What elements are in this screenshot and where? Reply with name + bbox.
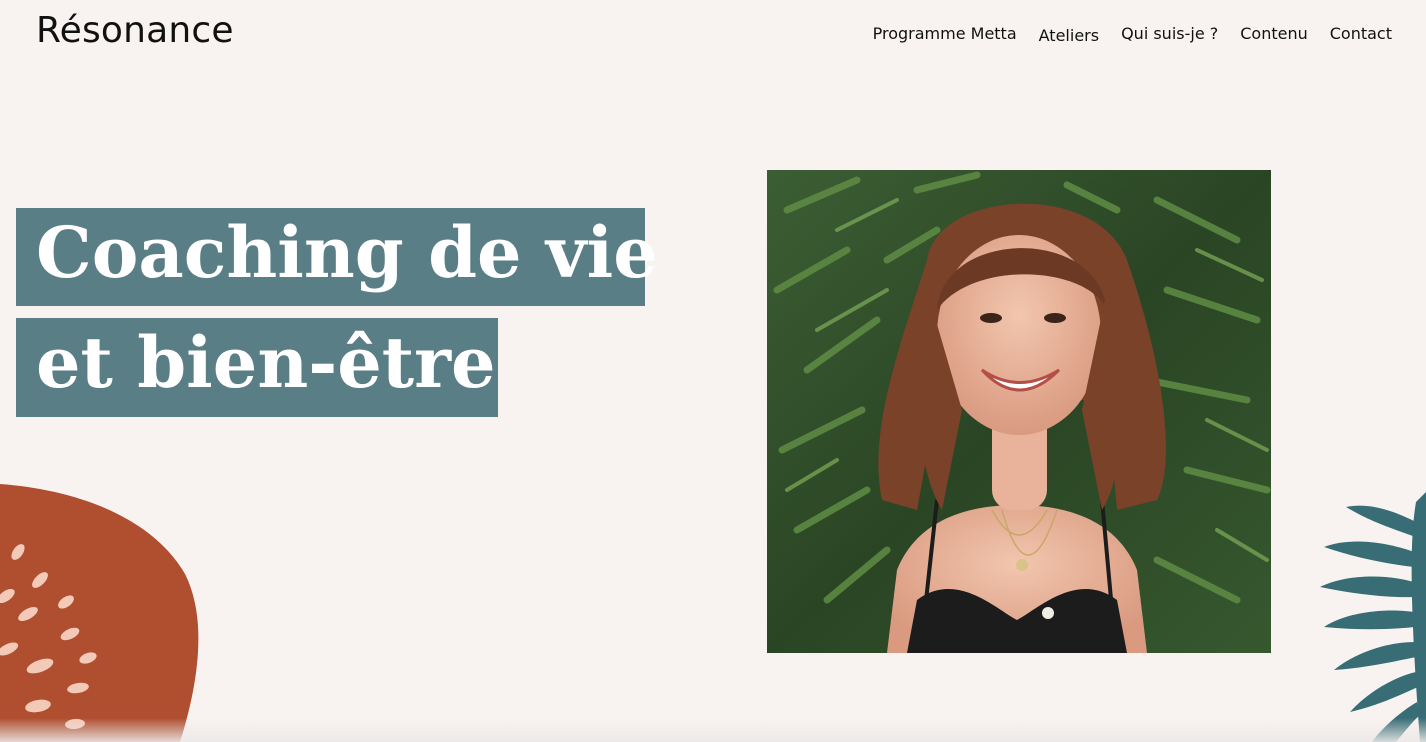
nav-item-qui-suis-je[interactable]: Qui suis-je ? [1121, 24, 1218, 43]
site-logo[interactable]: Résonance [36, 10, 234, 51]
nav-item-ateliers[interactable]: Ateliers [1039, 26, 1099, 45]
main-nav: Programme Metta Ateliers Qui suis-je ? C… [851, 24, 1392, 45]
page-bottom-fade [0, 718, 1426, 742]
terracotta-blob-decoration [0, 484, 199, 742]
palm-leaf-decoration [1320, 492, 1426, 742]
hero-title-line-2: et bien-être [16, 318, 498, 417]
nav-item-contact[interactable]: Contact [1330, 24, 1392, 43]
nav-item-contenu[interactable]: Contenu [1240, 24, 1308, 43]
portrait-illustration [767, 170, 1271, 653]
hero-title-line-1: Coaching de vie [16, 208, 658, 306]
nav-item-programme-metta[interactable]: Programme Metta [873, 24, 1017, 43]
portrait-photo [767, 170, 1271, 653]
